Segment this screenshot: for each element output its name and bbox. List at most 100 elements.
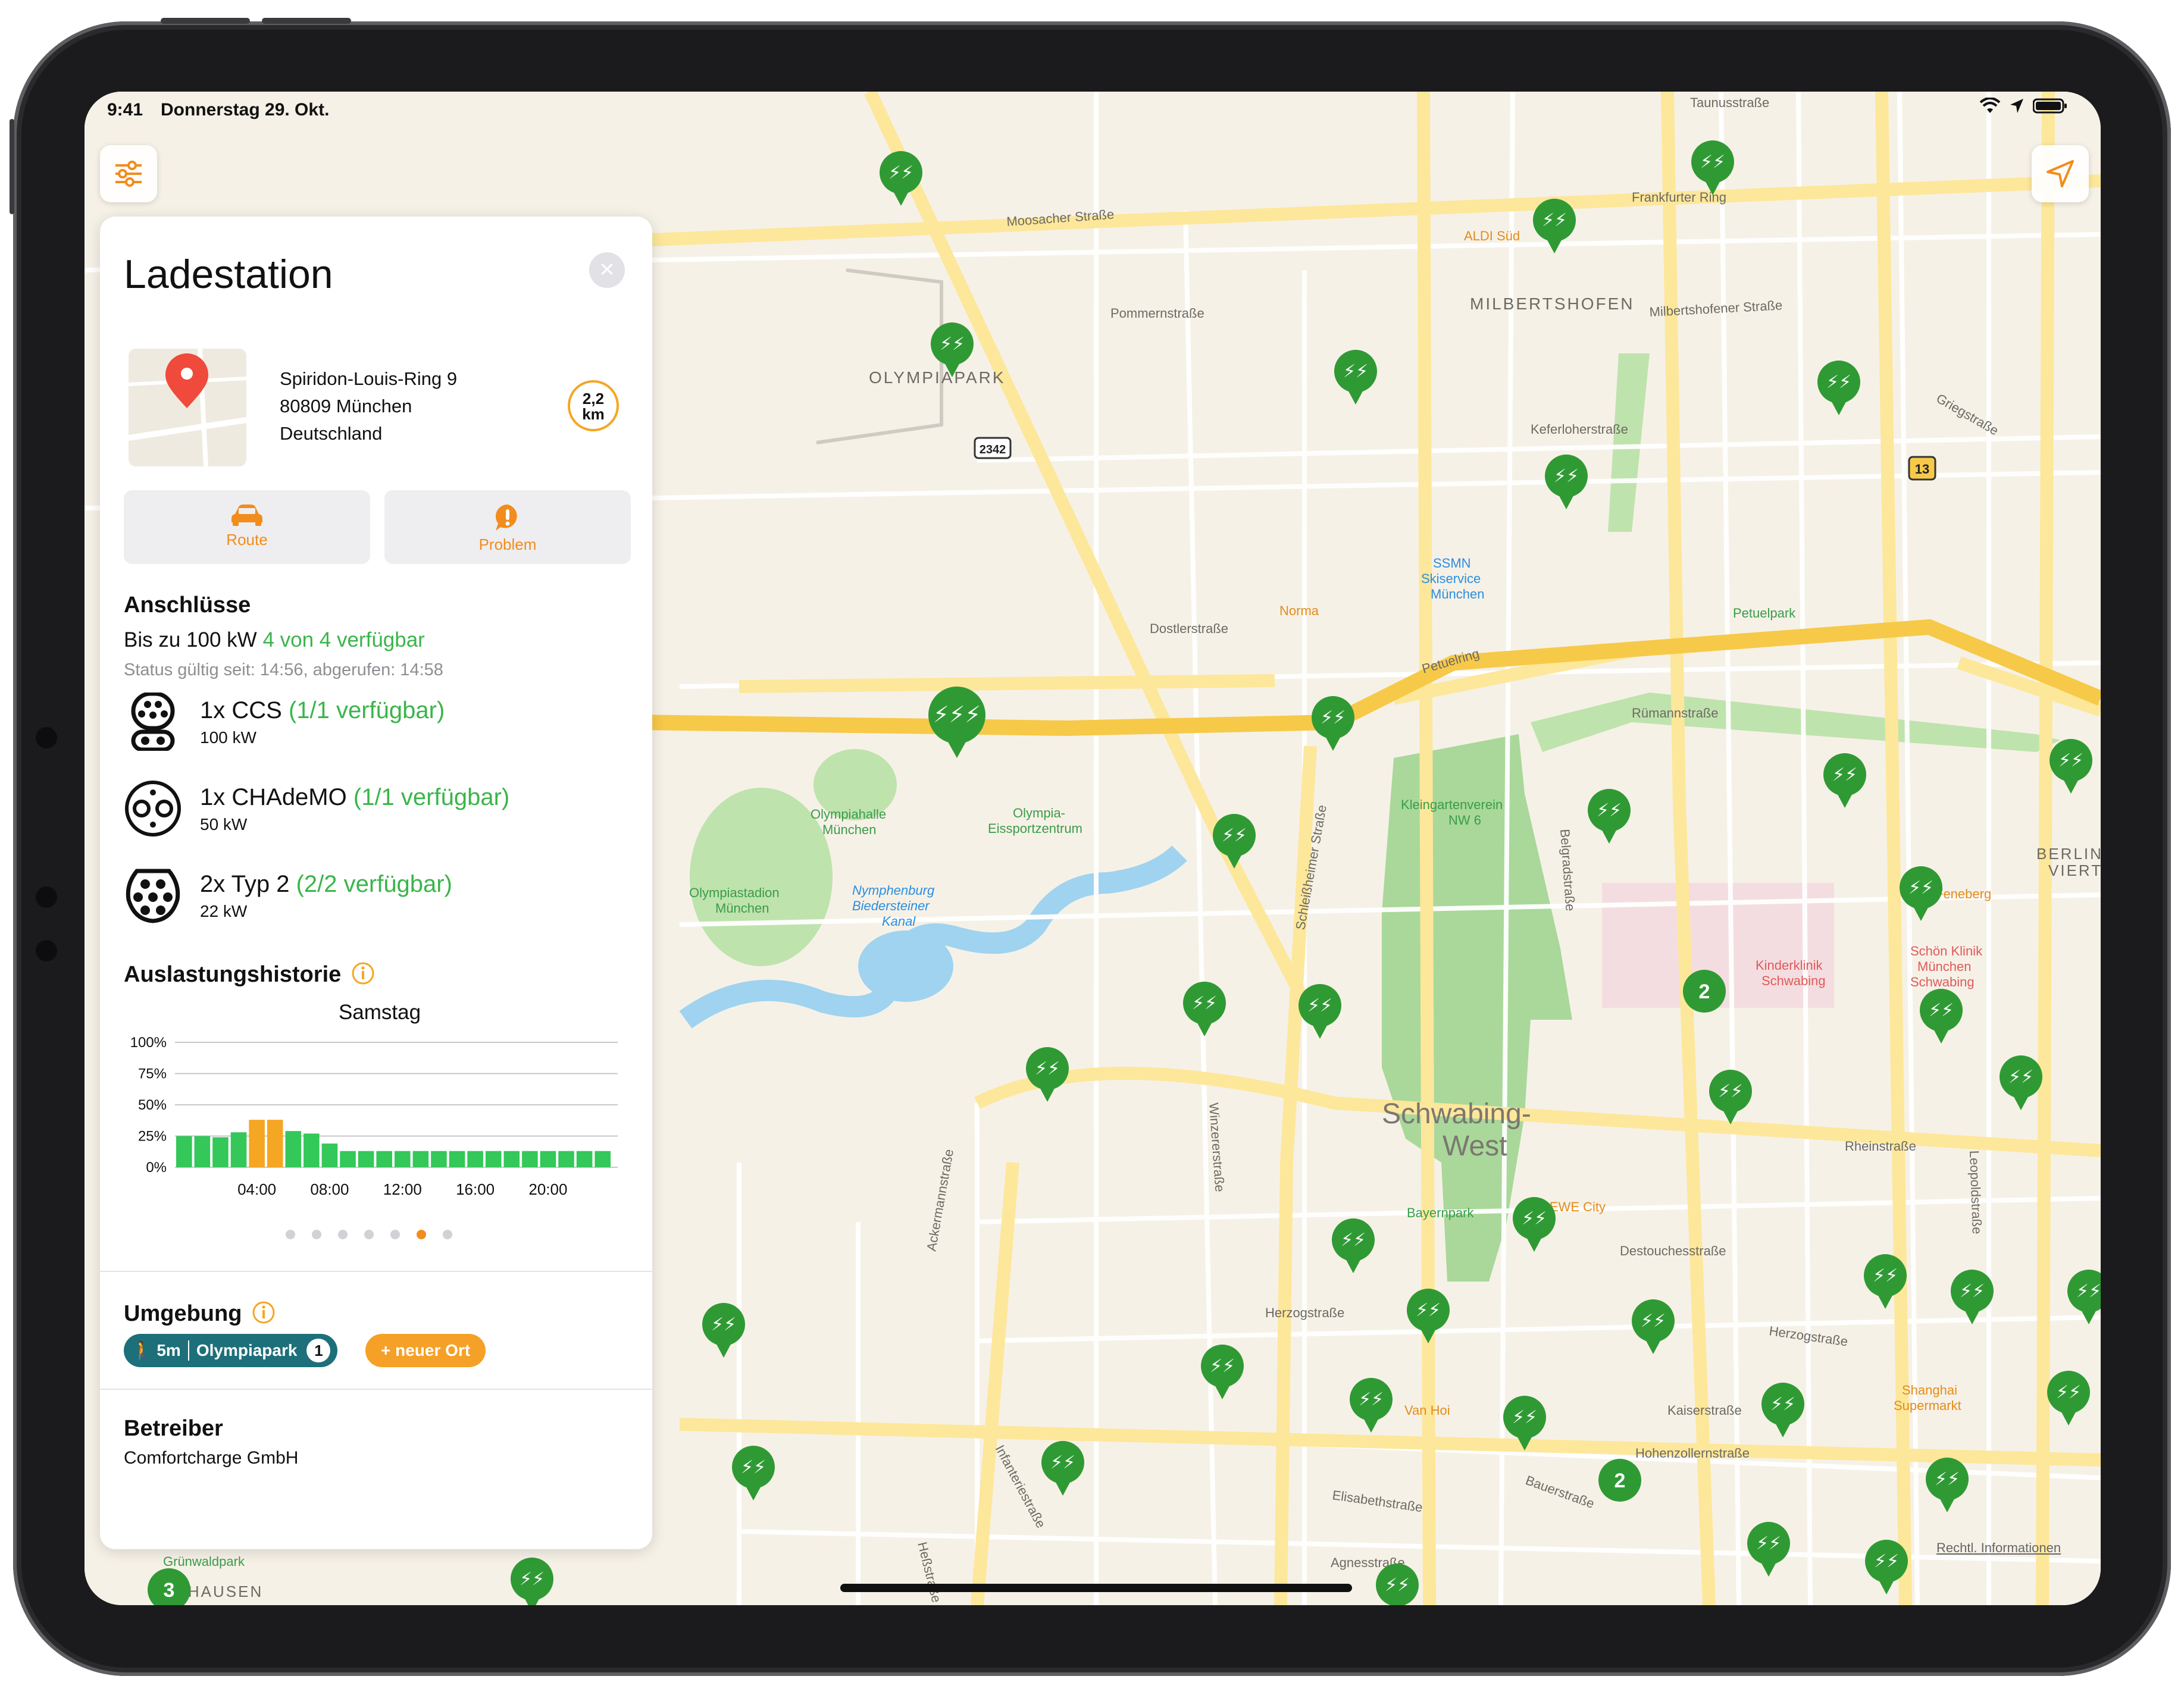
svg-text:Kleingartenverein: Kleingartenverein [1401,797,1503,812]
svg-text:Shanghai: Shanghai [1902,1383,1957,1398]
side-button [262,18,351,24]
svg-text:⚡⚡: ⚡⚡ [1826,372,1851,393]
surroundings-title: Umgebung [124,1301,242,1326]
svg-text:Kinderklinik: Kinderklinik [1756,958,1823,973]
svg-text:SSMN: SSMN [1433,556,1471,571]
info-icon[interactable] [351,961,375,985]
chart-bar[interactable] [212,1137,229,1167]
svg-text:BERLIN: BERLIN [2036,845,2101,863]
svg-text:2: 2 [1699,980,1710,1003]
y-tick-label: 100% [130,1035,167,1051]
place-count: 1 [306,1339,331,1362]
add-place-button[interactable]: + neuer Ort [365,1334,486,1367]
x-tick-label: 16:00 [456,1180,495,1198]
occupancy-chart[interactable]: 100% 75% 50% 25% 0% 04:00 08:00 12:00 16:00 20:0… [124,1035,636,1214]
operator-name: Comfortcharge GmbH [124,1448,299,1468]
panel-title: Ladestation [124,252,333,297]
chart-bar[interactable] [249,1120,265,1167]
warning-bubble-icon [496,505,517,531]
svg-text:Norma: Norma [1279,603,1319,618]
svg-text:⚡⚡: ⚡⚡ [1192,993,1217,1014]
info-icon[interactable] [252,1301,276,1324]
chart-bar[interactable] [176,1136,192,1168]
page-dot[interactable] [390,1230,400,1239]
page-dot[interactable] [417,1230,426,1239]
chart-bar[interactable] [321,1143,338,1167]
close-button[interactable]: × [589,252,625,288]
svg-text:VIERTE: VIERTE [2048,861,2101,879]
svg-text:⚡⚡: ⚡⚡ [1597,800,1622,821]
chart-day-title: Samstag [338,1001,421,1024]
svg-text:⚡⚡: ⚡⚡ [1416,1300,1441,1321]
problem-label: Problem [478,535,537,553]
svg-text:⚡⚡: ⚡⚡ [1554,466,1579,487]
svg-text:⚡⚡: ⚡⚡ [1770,1394,1795,1415]
svg-text:Olympiahalle: Olympiahalle [811,807,886,822]
svg-text:München: München [1917,959,1972,974]
station-address: Spiridon-Louis-Ring 9 80809 München Deut… [280,365,457,447]
filter-button[interactable] [100,145,157,202]
svg-text:⚡⚡: ⚡⚡ [1035,1058,1060,1079]
max-power: Bis zu 100 kW [124,628,257,651]
svg-text:⚡⚡: ⚡⚡ [2056,1382,2081,1403]
locate-me-button[interactable] [2032,145,2089,202]
svg-text:⚡⚡: ⚡⚡ [1050,1452,1075,1473]
chart-page-dots[interactable] [282,1226,461,1243]
svg-text:Leopoldstraße: Leopoldstraße [1967,1150,1985,1234]
chart-bar[interactable] [558,1151,574,1167]
chart-bar[interactable] [194,1136,211,1168]
connector-row: 1x CCS (1/1 verfügbar) 100 kW [124,693,636,764]
x-tick-label: 04:00 [237,1180,276,1198]
chart-bar[interactable] [376,1151,392,1167]
svg-text:ALDI Süd: ALDI Süd [1464,228,1520,243]
svg-text:Schwabing-: Schwabing- [1382,1098,1531,1130]
chart-bar[interactable] [431,1151,447,1167]
svg-text:⚡⚡: ⚡⚡ [2076,1281,2101,1302]
chart-bar[interactable] [230,1132,247,1167]
chart-bar[interactable] [267,1120,283,1167]
chart-bar[interactable] [595,1151,611,1167]
chart-bar[interactable] [503,1151,520,1167]
problem-button[interactable]: Problem [384,490,631,564]
history-heading: Auslastungshistorie [124,961,375,988]
connector-type: 2x Typ 2 [200,871,290,897]
svg-text:⚡⚡: ⚡⚡ [1700,152,1725,173]
status-date: Donnerstag 29. Okt. [161,100,330,120]
chart-bar[interactable] [467,1151,483,1167]
chart-bar[interactable] [303,1133,320,1167]
chart-bar[interactable] [395,1151,411,1167]
chart-bar[interactable] [449,1151,465,1167]
place-chip-olympiapark[interactable]: 🚶 5m Olympiapark 1 [124,1334,338,1367]
route-button[interactable]: Route [124,490,370,564]
svg-text:Dostlerstraße: Dostlerstraße [1150,621,1228,636]
section-divider [100,1271,652,1272]
battery-icon [2033,98,2067,114]
svg-text:Skiservice: Skiservice [1421,571,1481,586]
page-dot[interactable] [443,1230,452,1239]
chart-bar[interactable] [358,1151,374,1167]
page-dot[interactable] [286,1230,295,1239]
svg-text:⚡⚡: ⚡⚡ [940,334,965,355]
legal-info-link[interactable]: Rechtl. Informationen [1936,1540,2061,1556]
chart-bar[interactable] [412,1151,429,1167]
connector-name: 1x CCS (1/1 verfügbar) [200,697,445,724]
page-dot[interactable] [364,1230,374,1239]
svg-text:⚡⚡: ⚡⚡ [1908,878,1933,898]
camera-dot [36,886,57,908]
address-line-3: Deutschland [280,423,383,444]
chart-bar[interactable] [285,1131,302,1167]
address-line-2: 80809 München [280,396,412,416]
page-dot[interactable] [312,1230,321,1239]
svg-text:Van Hoi: Van Hoi [1404,1403,1450,1418]
chart-bar[interactable] [576,1151,593,1167]
location-thumbnail[interactable] [129,349,246,466]
page-dot[interactable] [338,1230,348,1239]
chart-bar[interactable] [522,1151,538,1167]
chart-bar[interactable] [540,1151,556,1167]
home-indicator[interactable] [840,1584,1352,1592]
chart-bar[interactable] [485,1151,502,1167]
svg-text:Eissportzentrum: Eissportzentrum [988,821,1082,836]
svg-text:OLYMPIAPARK: OLYMPIAPARK [869,368,1006,387]
svg-text:⚡⚡: ⚡⚡ [741,1457,766,1478]
chart-bar[interactable] [340,1151,356,1167]
